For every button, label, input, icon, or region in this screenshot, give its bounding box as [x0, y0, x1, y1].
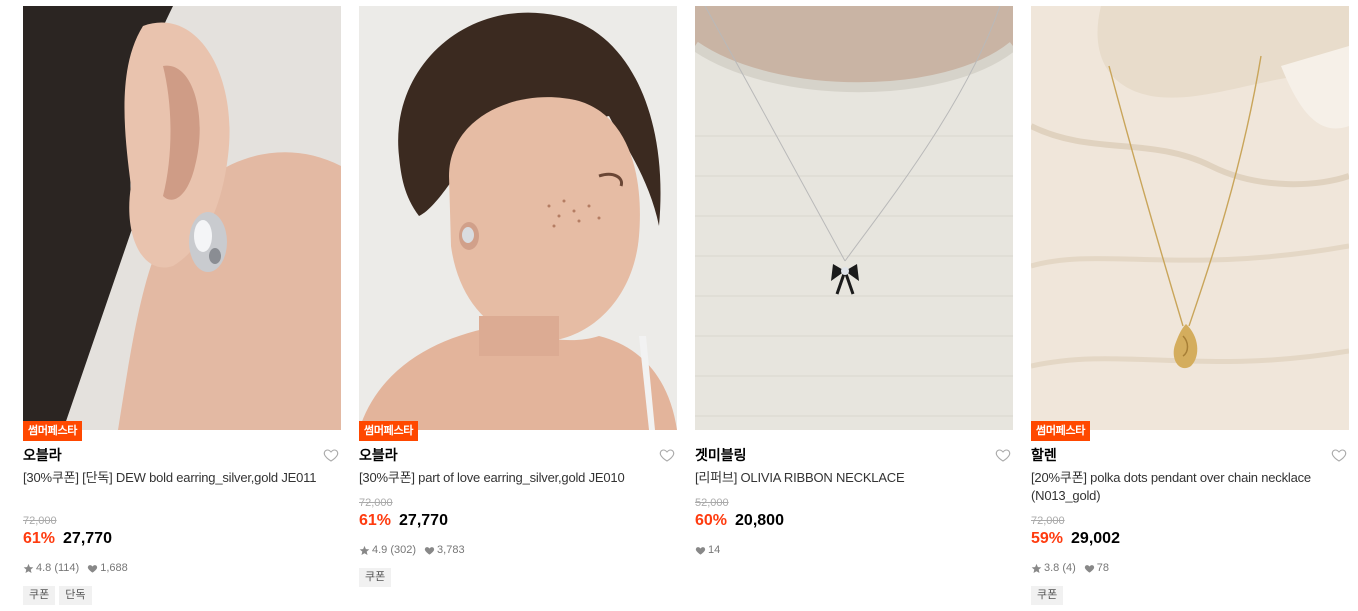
rating: 3.8 (4): [1031, 561, 1076, 575]
product-card[interactable]: 썸머페스타 오블라 [30%쿠폰] part of love earring_s…: [359, 6, 677, 611]
heart-filled-icon: [1084, 564, 1094, 573]
likes: 14: [695, 543, 720, 557]
product-stats: 4.9 (302) 3,783: [359, 543, 473, 557]
sale-price: 29,002: [1071, 530, 1120, 547]
price-block: 52,000 60% 20,800: [695, 496, 784, 532]
product-stats: 3.8 (4) 78: [1031, 561, 1117, 575]
likes: 78: [1084, 561, 1109, 575]
sale-price: 20,800: [735, 512, 784, 529]
likes: 3,783: [424, 543, 465, 557]
product-title[interactable]: [20%쿠폰] polka dots pendant over chain ne…: [1031, 469, 1349, 505]
rating-text: 4.8 (114): [36, 562, 80, 574]
likes: 1,688: [87, 561, 128, 575]
tag: 쿠폰: [1031, 586, 1064, 605]
heart-filled-icon: [695, 546, 706, 555]
discount-rate: 61%: [359, 512, 392, 529]
wishlist-heart-icon[interactable]: [323, 447, 339, 463]
price-block: 72,000 59% 29,002: [1031, 514, 1120, 550]
heart-filled-icon: [424, 546, 435, 555]
sale-price: 27,770: [399, 512, 448, 529]
tag-list: 쿠폰: [1031, 586, 1067, 605]
likes-count: 3,783: [437, 544, 465, 556]
original-price: 72,000: [23, 515, 57, 527]
original-price: 72,000: [1031, 515, 1065, 527]
product-title[interactable]: [30%쿠폰] part of love earring_silver,gold…: [359, 469, 677, 487]
promo-badge: 썸머페스타: [1031, 421, 1091, 441]
wishlist-heart-icon[interactable]: [659, 447, 675, 463]
product-card[interactable]: 겟미블링 [리퍼브] OLIVIA RIBBON NECKLACE 52,000…: [695, 6, 1013, 611]
tag: 단독: [59, 586, 92, 605]
promo-badge: 썸머페스타: [23, 421, 83, 441]
product-card[interactable]: 썸머페스타 오블라 [30%쿠폰] [단독] DEW bold earring_…: [23, 6, 341, 611]
brand-name[interactable]: 오블라: [359, 446, 398, 464]
brand-name[interactable]: 오블라: [23, 446, 62, 464]
product-image[interactable]: [359, 6, 677, 430]
rating-text: 4.9 (302): [372, 544, 417, 556]
star-icon: [23, 563, 34, 573]
wishlist-heart-icon[interactable]: [995, 447, 1011, 463]
star-icon: [1031, 563, 1042, 573]
product-title[interactable]: [30%쿠폰] [단독] DEW bold earring_silver,gol…: [23, 469, 341, 487]
star-icon: [359, 545, 370, 555]
wishlist-heart-icon[interactable]: [1331, 447, 1347, 463]
tag-list: 쿠폰: [359, 568, 395, 587]
product-stats: 14: [695, 543, 728, 557]
brand-name[interactable]: 할렌: [1031, 446, 1057, 464]
price-block: 72,000 61% 27,770: [23, 514, 112, 550]
product-stats: 4.8 (114) 1,688: [23, 561, 136, 575]
product-image[interactable]: [695, 6, 1013, 430]
tag: 쿠폰: [359, 568, 392, 587]
discount-rate: 61%: [23, 530, 56, 547]
likes-count: 1,688: [100, 562, 128, 574]
original-price: 52,000: [695, 497, 729, 509]
original-price: 72,000: [359, 497, 393, 509]
product-grid: 썸머페스타 오블라 [30%쿠폰] [단독] DEW bold earring_…: [23, 6, 1349, 611]
product-title[interactable]: [리퍼브] OLIVIA RIBBON NECKLACE: [695, 469, 1013, 487]
product-card[interactable]: 썸머페스타 할렌 [20%쿠폰] polka dots pendant over…: [1031, 6, 1349, 611]
tag-list: 쿠폰 단독: [23, 586, 96, 605]
likes-count: 78: [1096, 562, 1110, 574]
rating: 4.8 (114): [23, 561, 79, 575]
product-image[interactable]: [23, 6, 341, 430]
discount-rate: 60%: [695, 512, 728, 529]
discount-rate: 59%: [1031, 530, 1064, 547]
rating-text: 3.8 (4): [1044, 562, 1076, 574]
brand-name[interactable]: 겟미블링: [695, 446, 747, 464]
tag: 쿠폰: [23, 586, 56, 605]
price-block: 72,000 61% 27,770: [359, 496, 448, 532]
sale-price: 27,770: [63, 530, 112, 547]
promo-badge: 썸머페스타: [359, 421, 419, 441]
rating: 4.9 (302): [359, 543, 416, 557]
product-image[interactable]: [1031, 6, 1349, 430]
heart-filled-icon: [88, 564, 98, 573]
likes-count: 14: [708, 544, 721, 556]
